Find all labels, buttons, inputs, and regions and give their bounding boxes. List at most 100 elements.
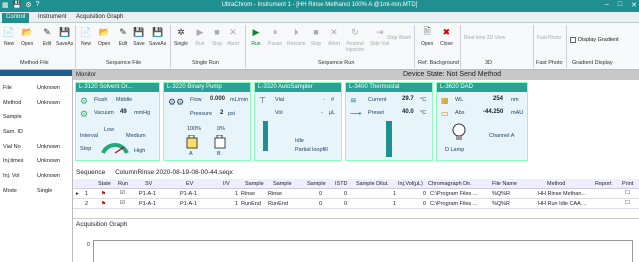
sequence-file-name: ColumnRinse 2020-08-19-08-00-44.seqx [115, 169, 233, 176]
module-title: L-3620 DAD [437, 83, 527, 92]
pencil-icon: ✎ [119, 26, 127, 37]
ribbon-separator [245, 25, 246, 68]
close-icon[interactable]: ✕ [631, 1, 637, 9]
sequence-stop-button[interactable]: ■ Stop [310, 26, 322, 47]
sequence-open-button[interactable]: 📂 Open [98, 26, 110, 48]
module-title: L-3400 Thermostat [346, 83, 432, 92]
flush-icon: ⚙ [80, 96, 89, 106]
window-controls: – □ ✕ [605, 1, 637, 9]
arrow-right-icon: ⟶ [350, 109, 362, 118]
skip-icon: ⇥ [375, 26, 384, 37]
binary-pump-module: L-3220 Binary Pump ⚙⚙ Flow 0.000 mL/min … [163, 82, 251, 161]
single-run-button[interactable]: ▶ Run [194, 26, 206, 48]
ribbon-separator [533, 25, 534, 68]
group-label-sequence-file: Sequence File [106, 60, 142, 66]
stop-wash-button[interactable]: Stop Wash [387, 35, 411, 41]
display-gradient-checkbox[interactable]: Display Gradient [570, 37, 619, 43]
print-checkbox[interactable]: ☐ [625, 190, 630, 196]
checkbox-box[interactable] [570, 37, 576, 43]
table-header: State Run SV EV I/V Sample Sample Sample… [73, 179, 639, 189]
group-label-sequence-run: Sequence Run [318, 60, 355, 66]
run-checkbox[interactable]: ☑ [120, 200, 125, 206]
maximize-icon[interactable]: □ [618, 1, 622, 9]
tab-instrument[interactable]: Instrument [34, 13, 70, 23]
ribbon-separator [566, 25, 567, 68]
print-checkbox[interactable]: ☐ [625, 200, 630, 206]
sequence-resume-button[interactable]: ⏵ Resume [287, 26, 306, 48]
title-bar: ▦ 💾 ⚙ ? UltraChrom - Instrument 1 - [HH … [0, 0, 639, 12]
sequence-saveas-button[interactable]: 💾 SaveAs [149, 26, 166, 48]
column-icon [386, 121, 392, 157]
folder-icon: 📂 [21, 26, 33, 37]
stop-icon: ■ [313, 27, 319, 37]
method-open-button[interactable]: 📂 Open [21, 26, 33, 48]
method-edit-button[interactable]: ✎ Edit [41, 26, 53, 48]
method-saveas-button[interactable]: 💾 SaveAs [56, 26, 73, 48]
wavelength-icon: ▦ [441, 96, 449, 105]
sequence-table: State Run SV EV I/V Sample Sample Sample… [73, 179, 639, 212]
info-value: Unknown [37, 158, 60, 164]
save-icon: 💾 [133, 26, 145, 37]
acquisition-graph: 0 [73, 232, 639, 262]
bottle-a-icon [186, 135, 198, 149]
realtime-3d-button[interactable]: Real-time 3D View [464, 35, 505, 41]
module-title: L-3120 Solvent Or... [76, 83, 159, 92]
absorbance-icon: ▭ [441, 109, 449, 118]
autosampler-module: L-3320 AutoSampler ⊤ Vial - # Vol - μL I… [254, 82, 342, 161]
ref-open-button[interactable]: 🗎 Open [421, 26, 433, 47]
ribbon-separator [75, 25, 76, 68]
single-stop-button[interactable]: ■ Stop [211, 26, 223, 47]
pump-icon: ⚙⚙ [168, 97, 185, 107]
info-label: Sam. ID [3, 129, 23, 135]
minimize-icon[interactable]: – [605, 1, 609, 9]
group-label-gradient-display: Gradient Display [572, 60, 613, 66]
acquisition-graph-header: Acquisition Graph [73, 218, 639, 230]
fast-photo-button[interactable]: Fast Photo [537, 35, 561, 41]
module-title: L-3220 Binary Pump [164, 83, 250, 92]
ribbon-separator [460, 25, 461, 68]
info-value: Unknown [37, 85, 60, 91]
info-label: Sample [3, 114, 22, 120]
ribbon-tabs: Control Instrument Acquisition Graph [0, 12, 639, 23]
resend-injection-button[interactable]: ↻ Resend Injection [345, 26, 365, 54]
lamp-icon [452, 123, 466, 140]
ref-close-button[interactable]: ✖ Close [440, 26, 453, 48]
ribbon-separator [170, 25, 171, 68]
sequence-new-button[interactable]: 📄 New [80, 26, 92, 48]
resume-icon: ⏵ [294, 26, 299, 37]
tab-control[interactable]: Control [2, 13, 30, 23]
monitor-header: Monitor Device State: Not Send Method [73, 70, 639, 80]
run-checkbox[interactable]: ☑ [120, 190, 125, 196]
state-flag-icon: ⚑ [101, 191, 106, 197]
sequence-abort-button[interactable]: ✕ Abort [328, 26, 340, 48]
sequence-save-button[interactable]: 💾 Save [133, 26, 145, 48]
info-value: Unknown [37, 173, 60, 179]
method-new-button[interactable]: 📄 New [3, 26, 15, 48]
group-label-fast-photo: Fast Photo [536, 60, 563, 66]
play-icon: ▶ [196, 26, 204, 37]
row-pointer-icon: ▸ [76, 191, 79, 197]
table-row[interactable]: 2 ⚑ ☑ P1-A-1 P1-A-1 1 RunEnd RunEnd 0 0 … [73, 200, 639, 209]
vacuum-gauge-icon [101, 143, 129, 154]
y-axis-label: 0 [87, 242, 90, 248]
needle-icon: ⊤ [259, 96, 266, 105]
sequence-header: Sequence ColumnRinse 2020-08-19-08-00-44… [76, 169, 233, 176]
group-label-ref-background: Ref. Background [418, 60, 459, 66]
group-label-single-run: Single Run [192, 60, 219, 66]
close-document-icon: ✖ [442, 26, 451, 37]
refresh-icon: ↻ [351, 26, 359, 37]
ribbon: 📄 New 📂 Open ✎ Edit 💾 SaveAs Method File 📄 Ne… [0, 23, 639, 70]
sequence-edit-button[interactable]: ✎ Edit [117, 26, 129, 48]
info-panel-header [0, 70, 72, 76]
save-as-icon: 💾 [152, 26, 164, 37]
tab-acquisition-graph[interactable]: Acquisition Graph [72, 13, 127, 23]
info-value: Unknown [37, 144, 60, 150]
sequence-pause-button[interactable]: ⏸ Pause [268, 26, 282, 48]
heater-icon: ≋ [350, 96, 357, 105]
table-row[interactable]: ▸ 1 ⚑ ☑ P1-A-1 P1-A-1 1 Rinse Rinse 0 0 … [73, 190, 639, 199]
sequence-run-button[interactable]: ▶ Run [250, 26, 262, 48]
single-abort-button[interactable]: ✕ Abort [227, 26, 239, 48]
info-value: Single [37, 188, 53, 194]
single-button[interactable]: ✲ Single [174, 26, 188, 48]
info-label: Method [3, 100, 22, 106]
